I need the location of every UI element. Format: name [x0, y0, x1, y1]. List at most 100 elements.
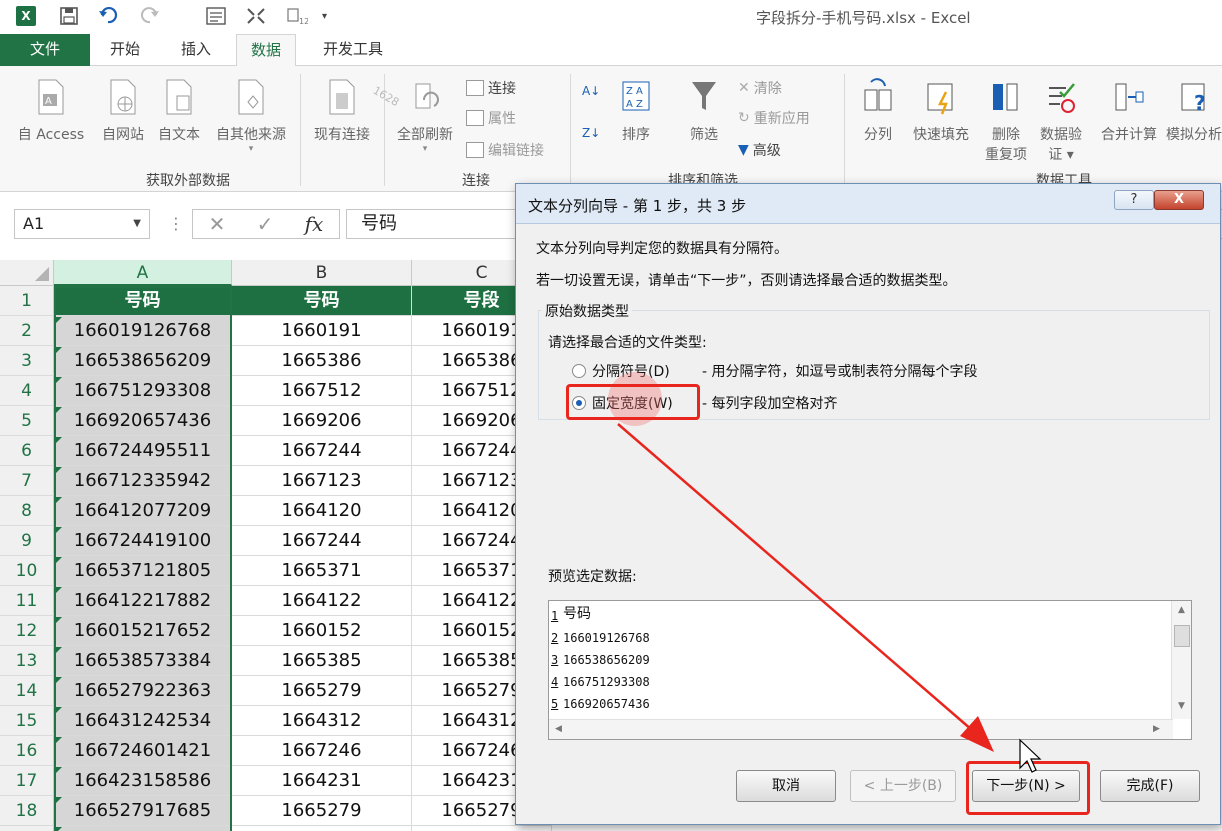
cell-a[interactable]: 166015217652: [54, 616, 232, 646]
select-all-corner[interactable]: [0, 260, 54, 286]
cell-a[interactable]: 166751293308: [54, 376, 232, 406]
from-access-button[interactable]: A 自 Access: [14, 78, 88, 144]
cell-a[interactable]: 166537121805: [54, 556, 232, 586]
redo-icon[interactable]: [140, 6, 162, 26]
form-icon[interactable]: [206, 6, 226, 26]
scroll-left-icon[interactable]: ◀: [555, 724, 562, 734]
row-header[interactable]: 6: [0, 436, 54, 466]
shrink-icon[interactable]: [246, 6, 266, 26]
connections-button[interactable]: 连接: [466, 78, 516, 98]
text-to-columns-button[interactable]: 分列: [856, 78, 900, 144]
sort-descending-icon[interactable]: Z↓: [582, 126, 600, 140]
row-header[interactable]: 8: [0, 496, 54, 526]
tab-insert[interactable]: 插入: [167, 34, 225, 66]
sort-ascending-icon[interactable]: A↓: [582, 84, 600, 98]
row-header[interactable]: 10: [0, 556, 54, 586]
scroll-down-icon[interactable]: ▼: [1178, 701, 1185, 711]
scroll-right-icon[interactable]: ▶: [1153, 724, 1160, 734]
name-box[interactable]: A1 ▼: [14, 209, 150, 239]
row-header[interactable]: 15: [0, 706, 54, 736]
tab-developer[interactable]: 开发工具: [309, 34, 397, 66]
cell-b[interactable]: 1664120: [232, 496, 412, 526]
close-icon[interactable]: X: [1154, 190, 1204, 210]
delimited-option[interactable]: 分隔符号(D): [572, 361, 670, 381]
from-other-sources-button[interactable]: 自其他来源 ▾: [208, 78, 294, 154]
row-header[interactable]: 7: [0, 466, 54, 496]
filter-button[interactable]: 筛选: [680, 78, 728, 144]
consolidate-button[interactable]: 合并计算: [1094, 78, 1164, 144]
cell-b[interactable]: 1665279: [232, 676, 412, 706]
cell-a[interactable]: 166538656209: [54, 346, 232, 376]
cell-b[interactable]: 1667244: [232, 526, 412, 556]
cell-c[interactable]: 1666622: [412, 826, 552, 831]
row-header[interactable]: 17: [0, 766, 54, 796]
row-header[interactable]: 2: [0, 316, 54, 346]
properties-button[interactable]: 属性: [466, 108, 516, 128]
cell-a[interactable]: 166527917685: [54, 796, 232, 826]
row-header[interactable]: 19: [0, 826, 54, 831]
cell-b[interactable]: 1665386: [232, 346, 412, 376]
row-header[interactable]: 16: [0, 736, 54, 766]
finish-button[interactable]: 完成(F): [1100, 770, 1200, 802]
cell-b[interactable]: 1669206: [232, 406, 412, 436]
clear-button[interactable]: ✕ 清除: [738, 78, 782, 98]
cell-b[interactable]: 1665279: [232, 796, 412, 826]
cell-a[interactable]: 166724495511: [54, 436, 232, 466]
row-header[interactable]: 4: [0, 376, 54, 406]
row-header[interactable]: 14: [0, 676, 54, 706]
row-header[interactable]: 13: [0, 646, 54, 676]
cell-b[interactable]: 1664122: [232, 586, 412, 616]
customize-qat-icon[interactable]: ▾: [322, 6, 327, 26]
what-if-analysis-button[interactable]: ? 模拟分析: [1166, 78, 1222, 144]
cancel-button[interactable]: 取消: [736, 770, 836, 802]
sort-icon[interactable]: 12: [286, 6, 308, 26]
row-header[interactable]: 18: [0, 796, 54, 826]
delimited-radio[interactable]: [572, 364, 586, 378]
edit-links-button[interactable]: 编辑链接: [466, 140, 544, 160]
cell-a[interactable]: 166412077209: [54, 496, 232, 526]
insert-function-icon[interactable]: fx: [305, 212, 324, 236]
sort-button[interactable]: Z A A Z 排序: [612, 78, 660, 144]
cell-b[interactable]: 1665385: [232, 646, 412, 676]
row-header[interactable]: 11: [0, 586, 54, 616]
row-header[interactable]: 12: [0, 616, 54, 646]
fixed-width-option[interactable]: 固定宽度(W): [572, 393, 673, 413]
advanced-button[interactable]: ▼ 高级: [738, 140, 781, 160]
preview-pane[interactable]: 1 号码 2 166019126768 3 166538656209 4 1667512933…: [548, 600, 1192, 740]
cancel-entry-icon[interactable]: ✕: [209, 212, 226, 236]
existing-connections-button[interactable]: 现有连接: [306, 78, 378, 144]
next-button[interactable]: 下一步(N) >: [972, 770, 1080, 802]
column-header-b[interactable]: B: [232, 260, 412, 286]
cell-b[interactable]: 1666622: [232, 826, 412, 831]
row-header[interactable]: 5: [0, 406, 54, 436]
back-button[interactable]: < 上一步(B): [850, 770, 956, 802]
confirm-entry-icon[interactable]: ✓: [257, 212, 274, 236]
scroll-up-icon[interactable]: ▲: [1178, 605, 1185, 615]
cell-b[interactable]: 1667244: [232, 436, 412, 466]
cell-b[interactable]: 1664312: [232, 706, 412, 736]
flash-fill-button[interactable]: 快速填充: [906, 78, 976, 144]
cell-a[interactable]: 166423158586: [54, 766, 232, 796]
chevron-down-icon[interactable]: ▼: [133, 210, 141, 238]
tab-home[interactable]: 开始: [96, 34, 154, 66]
cell-a[interactable]: 166920657436: [54, 406, 232, 436]
row-header[interactable]: 3: [0, 346, 54, 376]
cell-b[interactable]: 1660191: [232, 316, 412, 346]
header-cell-a[interactable]: 号码: [54, 286, 232, 316]
save-icon[interactable]: [60, 6, 78, 26]
cell-a[interactable]: 166412217882: [54, 586, 232, 616]
cell-a[interactable]: 166431242534: [54, 706, 232, 736]
column-header-a[interactable]: A: [54, 260, 232, 286]
reapply-button[interactable]: ↻ 重新应用: [738, 108, 810, 128]
help-icon[interactable]: ?: [1114, 190, 1154, 210]
fixed-width-radio[interactable]: [572, 396, 586, 410]
cell-b[interactable]: 1665371: [232, 556, 412, 586]
undo-icon[interactable]: [98, 6, 120, 26]
remove-duplicates-button[interactable]: 删除 重复项: [980, 78, 1032, 164]
data-validation-button[interactable]: 数据验 证 ▾: [1036, 78, 1086, 164]
header-cell-b[interactable]: 号码: [232, 286, 412, 316]
cell-a[interactable]: 166712335942: [54, 466, 232, 496]
preview-horizontal-scrollbar[interactable]: ◀ ▶: [549, 719, 1173, 739]
cell-b[interactable]: 1667512: [232, 376, 412, 406]
cell-a[interactable]: 166662266599: [54, 826, 232, 831]
